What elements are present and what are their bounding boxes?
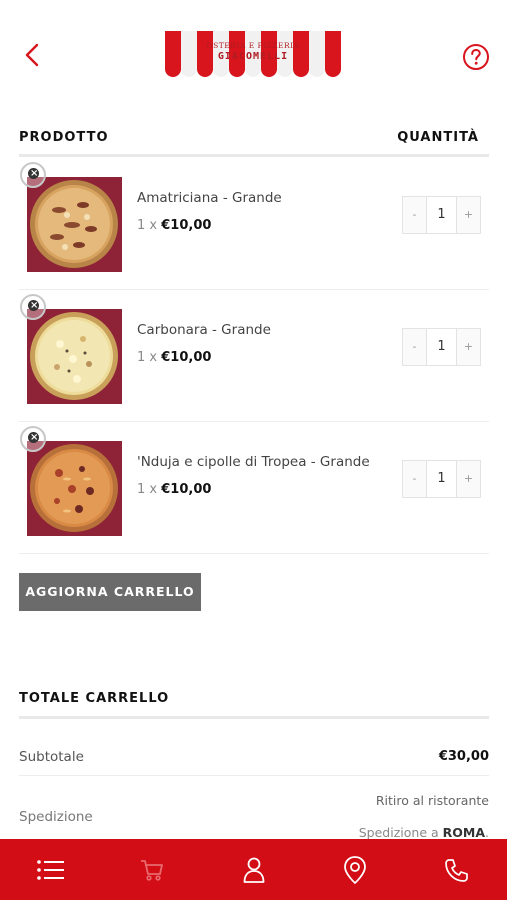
location-pin-icon	[344, 855, 366, 884]
increase-button[interactable]: +	[457, 197, 480, 233]
tab-location[interactable]	[304, 839, 405, 900]
logo-subtitle: OSTERIA E PIZZERIA	[206, 41, 300, 50]
help-icon[interactable]	[461, 42, 491, 72]
user-icon	[243, 857, 264, 883]
divider	[19, 716, 489, 719]
quantity-stepper: - 1 +	[402, 460, 481, 498]
tab-cart[interactable]	[101, 839, 202, 900]
quantity-stepper: - 1 +	[402, 196, 481, 234]
subtotal-label: Subtotale	[19, 749, 84, 765]
tab-account[interactable]	[203, 839, 304, 900]
logo-title: GIACOMELLI	[217, 51, 289, 62]
decrease-button[interactable]: -	[403, 461, 426, 497]
product-price: 1 x €10,00	[137, 482, 212, 497]
product-price: 1 x €10,00	[137, 350, 212, 365]
column-header-product: PRODOTTO	[19, 130, 109, 145]
subtotal-value: €30,00	[438, 749, 489, 764]
product-image[interactable]	[27, 309, 122, 404]
tab-menu[interactable]	[0, 839, 101, 900]
column-header-quantity: QUANTITÀ	[397, 130, 479, 145]
product-price: 1 x €10,00	[137, 218, 212, 233]
menu-list-icon	[36, 859, 64, 880]
cart-item-row: × Amatriciana - Grande 1 x €10,00 - 1 +	[19, 158, 489, 290]
remove-item-icon[interactable]: ×	[20, 426, 46, 452]
quantity-input[interactable]: 1	[426, 197, 457, 233]
shipping-label: Spedizione	[19, 809, 93, 825]
app-header: OSTERIA E PIZZERIA GIACOMELLI	[0, 0, 507, 110]
phone-icon	[445, 858, 469, 882]
back-icon[interactable]	[18, 40, 48, 70]
divider	[19, 775, 489, 776]
remove-item-icon[interactable]: ×	[20, 294, 46, 320]
cart-item-row: × Carbonara - Grande 1 x €10,00 - 1 +	[19, 290, 489, 422]
product-name[interactable]: Amatriciana - Grande	[137, 190, 282, 206]
decrease-button[interactable]: -	[403, 197, 426, 233]
product-image[interactable]	[27, 177, 122, 272]
remove-item-icon[interactable]: ×	[20, 162, 46, 188]
quantity-input[interactable]: 1	[426, 329, 457, 365]
shipping-option-pickup[interactable]: Ritiro al ristorante	[376, 793, 489, 808]
quantity-input[interactable]: 1	[426, 461, 457, 497]
product-image[interactable]	[27, 441, 122, 536]
product-name[interactable]: 'Nduja e cipolle di Tropea - Grande	[137, 454, 370, 470]
increase-button[interactable]: +	[457, 329, 480, 365]
product-name[interactable]: Carbonara - Grande	[137, 322, 271, 338]
restaurant-logo[interactable]: OSTERIA E PIZZERIA GIACOMELLI	[165, 31, 341, 77]
bottom-tab-bar	[0, 839, 507, 900]
cart-icon	[141, 859, 164, 881]
quantity-stepper: - 1 +	[402, 328, 481, 366]
divider	[19, 154, 489, 157]
cart-totals-title: TOTALE CARRELLO	[19, 691, 170, 706]
update-cart-button[interactable]: AGGIORNA CARRELLO	[19, 573, 201, 611]
shipping-option-delivery[interactable]: Spedizione a ROMA.	[359, 825, 489, 840]
tab-phone[interactable]	[406, 839, 507, 900]
cart-item-row: × 'Nduja e cipolle di Tropea - Grande 1 …	[19, 422, 489, 554]
decrease-button[interactable]: -	[403, 329, 426, 365]
increase-button[interactable]: +	[457, 461, 480, 497]
